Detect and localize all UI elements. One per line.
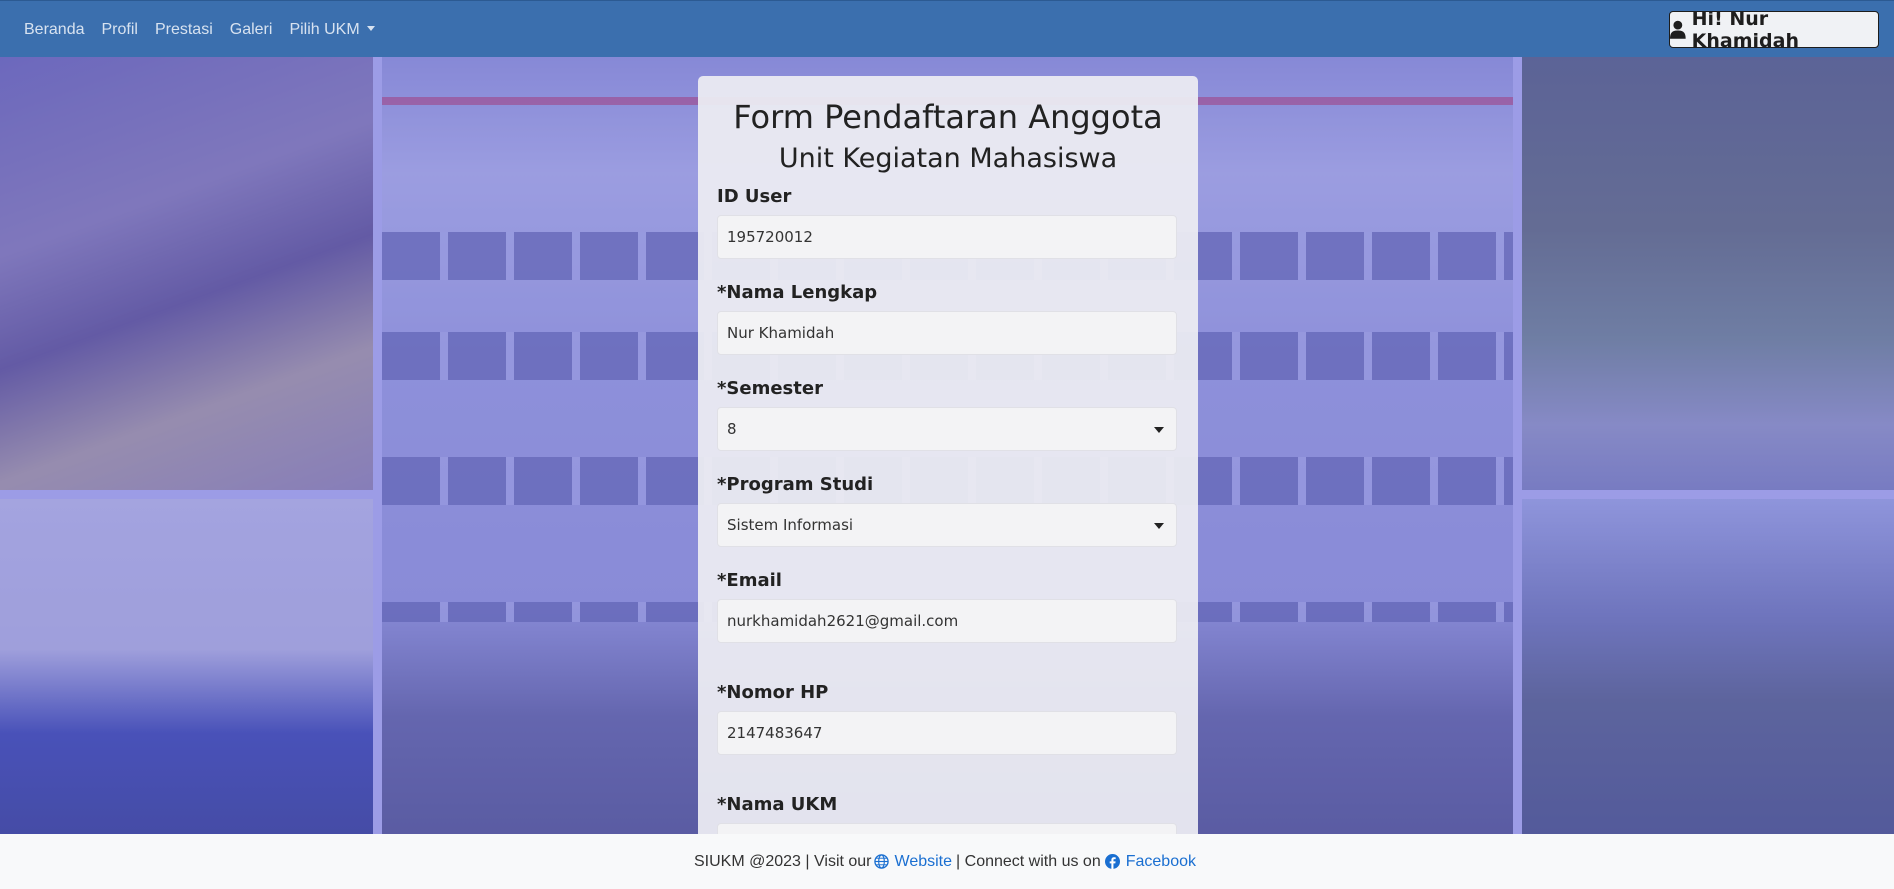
footer-prefix: SIUKM @2023 | Visit our	[694, 852, 872, 870]
program-studi-select[interactable]: Sistem Informasi	[717, 503, 1177, 547]
nama-lengkap-value: Nur Khamidah	[727, 324, 835, 342]
facebook-link[interactable]: Facebook	[1126, 853, 1196, 871]
email-value: nurkhamidah2621@gmail.com	[727, 612, 959, 630]
user-icon	[1670, 20, 1686, 39]
id-user-input[interactable]: 195720012	[717, 215, 1177, 259]
caret-down-icon	[366, 25, 375, 31]
semester-value: 8	[727, 420, 737, 438]
pilih-ukm-label: Pilih UKM	[289, 20, 360, 38]
program-studi-label: *Program Studi	[717, 474, 874, 495]
nav-link-galeri[interactable]: Galeri	[230, 21, 273, 39]
nama-lengkap-label: *Nama Lengkap	[717, 282, 878, 303]
caret-down-icon	[1154, 523, 1164, 529]
nomor-hp-label: *Nomor HP	[717, 682, 829, 703]
nomor-hp-input[interactable]: 2147483647	[717, 711, 1177, 755]
nama-lengkap-input[interactable]: Nur Khamidah	[717, 311, 1177, 355]
nav-links: Beranda Profil Prestasi Galeri Pilih UKM	[24, 1, 392, 58]
registration-form-card: Form Pendaftaran Anggota Unit Kegiatan M…	[698, 76, 1198, 867]
email-label: *Email	[717, 570, 782, 591]
pilih-ukm-dropdown[interactable]: Pilih UKM	[289, 20, 375, 39]
photo-group-outdoor	[1522, 57, 1894, 490]
navbar: Beranda Profil Prestasi Galeri Pilih UKM…	[0, 0, 1894, 57]
user-greeting: Hi! Nur Khamidah	[1691, 7, 1799, 52]
nama-ukm-label: *Nama UKM	[717, 794, 838, 815]
globe-icon	[873, 854, 889, 869]
semester-label: *Semester	[717, 378, 823, 399]
facebook-icon	[1104, 854, 1120, 869]
footer-middle: | Connect with us on	[956, 852, 1101, 870]
photo-team-blue-jackets	[0, 499, 373, 834]
caret-down-icon	[1154, 427, 1164, 433]
form-subtitle: Unit Kegiatan Mahasiswa	[778, 143, 1118, 174]
semester-select[interactable]: 8	[717, 407, 1177, 451]
email-input[interactable]: nurkhamidah2621@gmail.com	[717, 599, 1177, 643]
photo-street-trees	[1522, 499, 1894, 834]
form-title: Form Pendaftaran Anggota	[733, 98, 1163, 136]
id-user-value: 195720012	[727, 228, 813, 246]
website-link[interactable]: Website	[895, 853, 953, 871]
nav-link-prestasi[interactable]: Prestasi	[155, 21, 213, 39]
id-user-label: ID User	[717, 186, 792, 207]
footer: SIUKM @2023 | Visit our Website | Connec…	[0, 834, 1894, 889]
nav-link-profil[interactable]: Profil	[102, 21, 138, 39]
photo-scouts	[0, 57, 373, 490]
user-menu-button[interactable]: Hi! Nur Khamidah	[1669, 8, 1879, 52]
nomor-hp-value: 2147483647	[727, 724, 823, 742]
nav-link-beranda[interactable]: Beranda	[24, 21, 85, 39]
program-studi-value: Sistem Informasi	[727, 516, 854, 534]
